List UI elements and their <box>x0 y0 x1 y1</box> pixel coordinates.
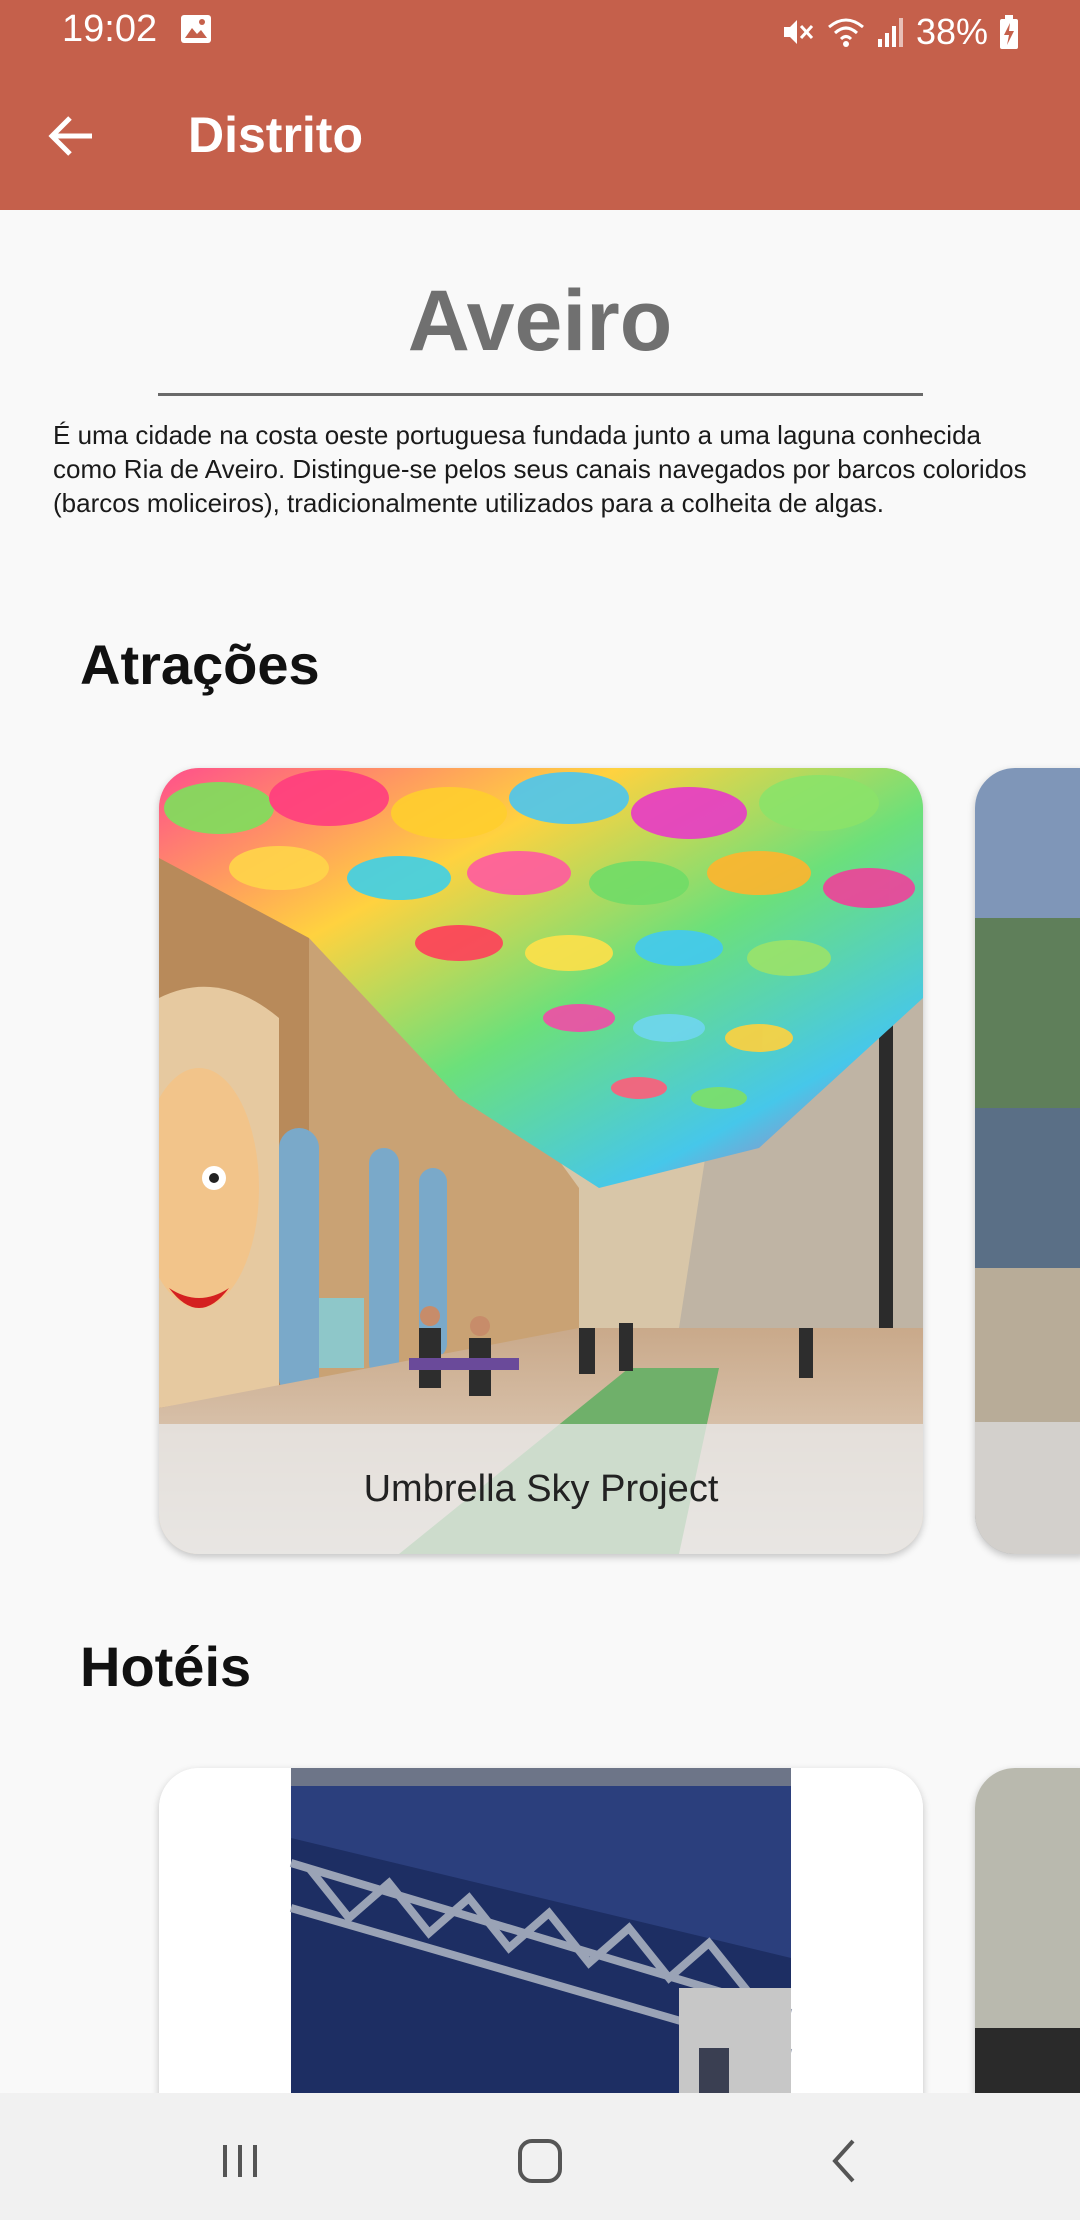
battery-charging-icon <box>1000 15 1018 49</box>
image-notification-icon <box>181 15 211 43</box>
home-icon[interactable] <box>500 2121 580 2201</box>
title-divider <box>158 393 923 396</box>
battery-percent: 38% <box>915 11 988 52</box>
wifi-icon <box>827 18 864 47</box>
app-title: Distrito <box>188 107 363 163</box>
attraction-card[interactable]: Umbrella Sky Project <box>159 768 923 1554</box>
system-nav-bar <box>0 2093 1080 2220</box>
status-bar: 19:02 38% <box>0 0 1080 64</box>
status-time: 19:02 <box>62 8 158 50</box>
signal-icon <box>877 18 903 47</box>
recent-apps-icon[interactable] <box>200 2121 280 2201</box>
attraction-card-next[interactable] <box>975 768 1080 1554</box>
attractions-title: Atrações <box>80 633 320 696</box>
back-icon[interactable] <box>805 2121 885 2201</box>
attraction-name: Umbrella Sky Project <box>159 1424 923 1554</box>
district-name: Aveiro <box>407 273 673 369</box>
status-icons: 38% <box>780 8 1020 56</box>
app-bar: Distrito <box>0 64 1080 210</box>
mute-icon <box>783 20 814 44</box>
back-arrow-icon[interactable] <box>40 104 104 168</box>
hotels-title: Hotéis <box>80 1635 252 1698</box>
attraction-photo-next <box>975 768 1080 1554</box>
district-description: É uma cidade na costa oeste portuguesa f… <box>53 420 1027 518</box>
